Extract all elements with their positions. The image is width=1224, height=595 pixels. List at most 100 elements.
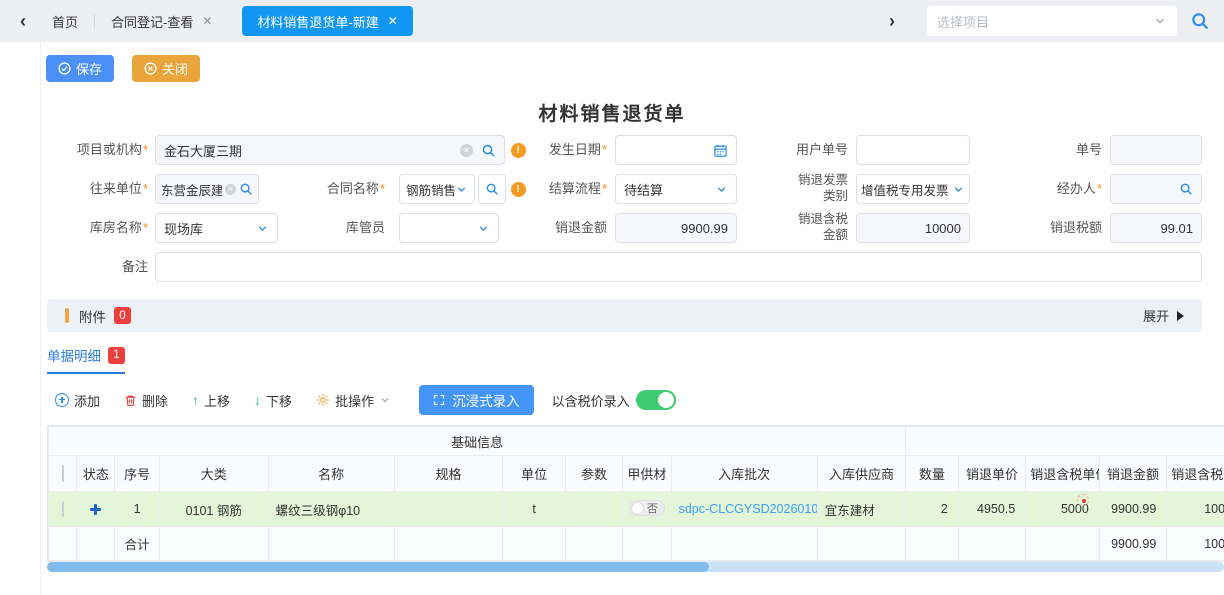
row-qty-cell[interactable]: 2 (906, 492, 958, 527)
handler-field[interactable] (1110, 174, 1202, 204)
table-row[interactable]: 1 0101 钢筋 螺纹三级钢φ10 t 否 sdpc-CLCGYSD20260… (49, 492, 1224, 527)
header-select-all[interactable] (49, 456, 77, 492)
amount-tax-value: 10000 (925, 221, 961, 236)
warehouse-label: 库房名称* (0, 220, 155, 236)
row-category-cell[interactable]: 0101 钢筋 (159, 492, 268, 527)
row-owner-supplied-cell[interactable]: 否 (623, 492, 671, 527)
move-up-label: 上移 (204, 391, 230, 410)
tab-home[interactable]: 首页 (36, 0, 94, 42)
immersive-entry-button[interactable]: 沉浸式录入 (419, 385, 534, 415)
total-amount-cell: 9900.99 (1099, 527, 1167, 561)
tab-material-return-new[interactable]: 材料销售退货单-新建 ✕ (242, 6, 412, 36)
clear-icon[interactable]: ✕ (460, 144, 473, 157)
project-select[interactable]: 选择项目 (927, 6, 1177, 36)
batch-operation-label: 批操作 (335, 391, 374, 410)
horizontal-scrollbar[interactable] (47, 562, 1224, 572)
tab-contract-view[interactable]: 合同登记-查看 ✕ (95, 0, 228, 42)
checkbox-icon[interactable] (62, 465, 64, 482)
section-marker (65, 308, 69, 323)
header-price-tax: 销退含税单价 (1026, 456, 1100, 492)
remark-field[interactable] (155, 252, 1202, 282)
counterparty-field[interactable]: 东营金辰建 ✕ (155, 174, 259, 204)
tab-material-return-new-label: 材料销售退货单-新建 (257, 12, 378, 31)
row-name-cell[interactable]: 螺纹三级钢φ10 (268, 492, 394, 527)
calendar-icon[interactable] (713, 143, 728, 158)
row-batch-cell[interactable]: sdpc-CLCGYSD2026010 (671, 492, 817, 527)
contract-search-button[interactable] (478, 174, 506, 204)
date-label: 发生日期* (531, 142, 615, 158)
info-icon[interactable]: ! (511, 182, 526, 197)
tab-detail-lines[interactable]: 单据明细 1 (47, 345, 125, 374)
tab-bar: ‹ 首页 合同登记-查看 ✕ 材料销售退货单-新建 ✕ › 选择项目 (0, 0, 1224, 42)
date-field[interactable] (615, 135, 737, 165)
row-supplier-cell[interactable]: 宜东建材 (817, 492, 906, 527)
add-row-button[interactable]: 添加 (55, 391, 100, 410)
invoice-type-label: 销退发票类别 (737, 173, 856, 204)
check-circle-icon (58, 62, 71, 75)
move-up-button[interactable]: ↑ 上移 (192, 391, 230, 410)
amount-tax-label: 销退含税金额 (737, 212, 856, 243)
settle-value: 待结算 (624, 180, 663, 199)
settle-select[interactable]: 待结算 (615, 174, 737, 204)
form-row-2: 往来单位* 东营金辰建 ✕ 合同名称* 钢筋销售 ! 结算流程* 待结算 销退发… (0, 174, 1224, 204)
invoice-type-select[interactable]: 增值税专用发票 (856, 174, 970, 204)
row-price-cell[interactable]: 4950.5 (958, 492, 1026, 527)
info-icon[interactable]: ! (511, 143, 526, 158)
row-unit-cell[interactable]: t (503, 492, 565, 527)
chevron-down-icon (379, 394, 391, 406)
batch-link[interactable]: sdpc-CLCGYSD2026010 (679, 502, 818, 516)
required-star: * (602, 142, 607, 157)
tax-entry-toggle[interactable] (636, 390, 676, 410)
tab-detail-lines-label: 单据明细 (47, 345, 101, 365)
checkbox-icon[interactable] (62, 501, 64, 517)
detail-table: 基础信息 状态 序号 大类 名称 规格 单位 参数 甲供材 入库批次 入库供应商… (47, 425, 1224, 562)
search-icon[interactable] (1179, 182, 1193, 196)
attachment-bar[interactable]: 附件 0 展开 (47, 299, 1202, 332)
user-no-label: 用户单号 (737, 142, 856, 158)
amount-label: 销退金额 (531, 220, 615, 236)
row-spec-cell[interactable] (394, 492, 503, 527)
close-button[interactable]: 关闭 (132, 55, 200, 82)
row-amount-cell[interactable]: 9900.99 (1099, 492, 1167, 527)
batch-operation-button[interactable]: 批操作 (316, 391, 391, 410)
required-star: * (143, 181, 148, 196)
chevron-down-icon (455, 183, 468, 196)
group-header-basic-info: 基础信息 (49, 427, 906, 456)
toggle-knob (631, 502, 644, 515)
search-icon[interactable] (239, 182, 253, 196)
close-button-label: 关闭 (162, 59, 188, 78)
total-label-cell: 合计 (115, 527, 159, 561)
warehouse-select[interactable]: 现场库 (155, 213, 278, 243)
expand-button[interactable]: 展开 (1143, 306, 1184, 325)
project-field[interactable]: 金石大厦三期 ✕ (155, 135, 505, 165)
move-down-button[interactable]: ↓ 下移 (254, 391, 292, 410)
tabs-scroll-left-icon[interactable]: ‹ (10, 0, 36, 42)
row-select-cell[interactable] (49, 492, 77, 527)
row-amount-tax-cell[interactable]: 10000 (1167, 492, 1224, 527)
required-star: * (380, 181, 385, 196)
amount-tax-field: 10000 (856, 213, 970, 243)
toggle-knob (658, 392, 674, 408)
row-price-tax-cell[interactable]: 5000 (1026, 492, 1100, 527)
save-button[interactable]: 保存 (46, 55, 114, 82)
delete-row-button[interactable]: 删除 (124, 391, 168, 410)
row-status-cell[interactable] (77, 492, 115, 527)
chevron-down-icon (715, 183, 728, 196)
scrollbar-thumb[interactable] (47, 562, 709, 572)
contract-select[interactable]: 钢筋销售 (399, 174, 475, 204)
doc-no-field (1110, 135, 1202, 165)
tab-close-icon[interactable]: ✕ (202, 14, 212, 28)
clear-icon[interactable]: ✕ (225, 183, 236, 194)
search-icon[interactable] (481, 143, 496, 158)
owner-supplied-toggle[interactable]: 否 (629, 500, 665, 516)
row-param-cell[interactable] (565, 492, 622, 527)
user-no-field[interactable] (856, 135, 970, 165)
chevron-down-icon (477, 222, 490, 235)
owner-supplied-value: 否 (647, 500, 658, 516)
tabs-scroll-right-icon[interactable]: › (879, 0, 905, 42)
keeper-select[interactable] (399, 213, 499, 243)
search-icon[interactable] (1190, 11, 1210, 31)
plus-status-icon[interactable] (90, 504, 101, 515)
tab-close-icon[interactable]: ✕ (388, 14, 398, 28)
content-left-divider (40, 42, 41, 595)
